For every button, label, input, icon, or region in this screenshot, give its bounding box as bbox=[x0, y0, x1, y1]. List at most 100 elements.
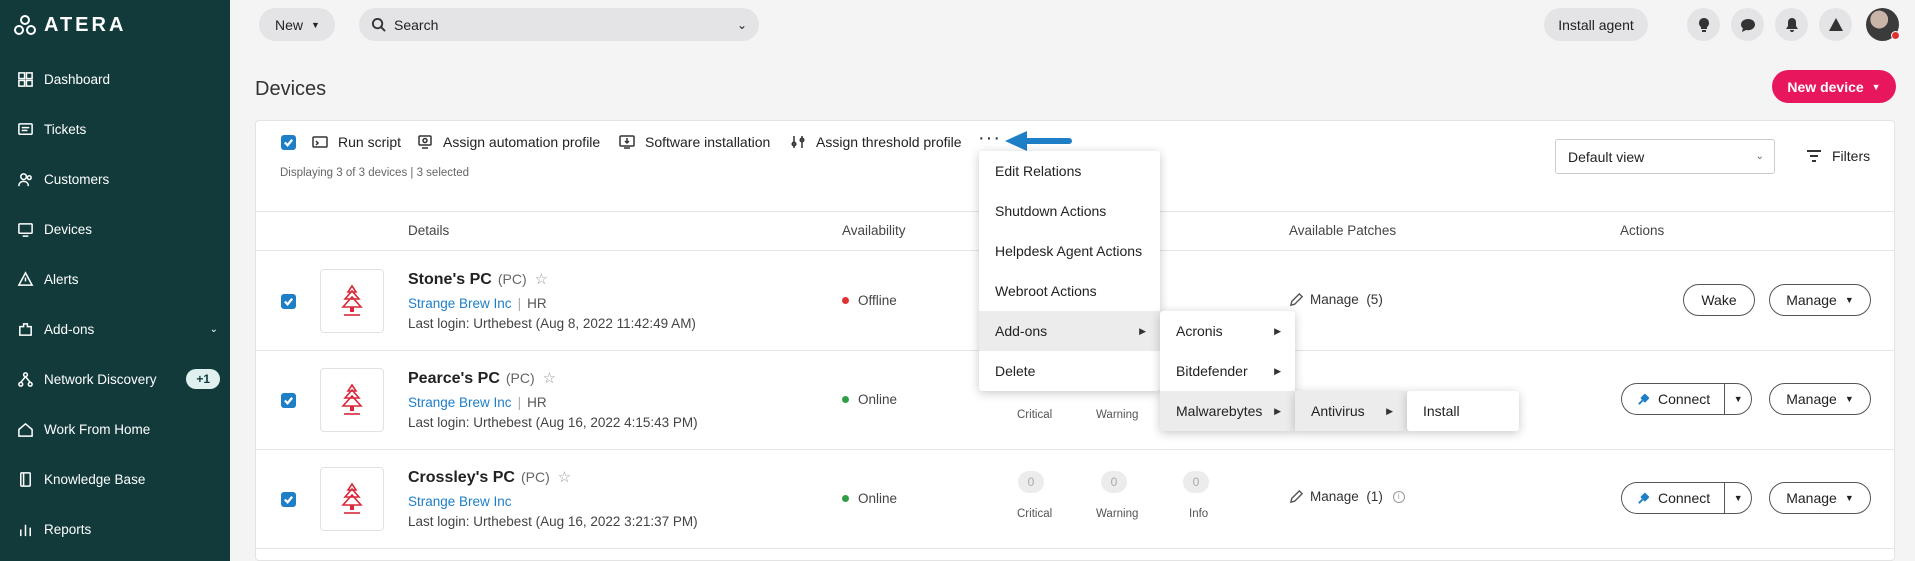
header-details[interactable]: Details bbox=[408, 223, 449, 238]
more-actions-button[interactable]: ··· bbox=[978, 127, 1001, 150]
critical-count: 0 bbox=[1018, 471, 1044, 493]
run-script-button[interactable]: Run script bbox=[312, 131, 401, 153]
network-discovery-badge: +1 bbox=[186, 369, 220, 389]
row-checkbox[interactable] bbox=[281, 393, 296, 408]
menu-item-acronis[interactable]: Acronis ▶ bbox=[1160, 311, 1295, 351]
device-customer[interactable]: Strange Brew Inc | HR bbox=[408, 296, 547, 311]
device-name[interactable]: Crossley's PC (PC) ☆ bbox=[408, 468, 571, 487]
search-icon bbox=[371, 17, 386, 32]
tree-logo-icon bbox=[341, 284, 363, 316]
manage-button[interactable]: Manage ▼ bbox=[1769, 284, 1871, 316]
connect-button[interactable]: Connect bbox=[1621, 383, 1725, 415]
menu-item-malwarebytes[interactable]: Malwarebytes ▶ bbox=[1160, 391, 1295, 431]
plug-icon bbox=[1638, 393, 1650, 405]
manage-patches-link[interactable]: Manage (1) i bbox=[1289, 489, 1405, 504]
device-logo bbox=[320, 467, 384, 531]
device-name[interactable]: Pearce's PC (PC) ☆ bbox=[408, 369, 556, 388]
warning-icon[interactable] bbox=[1819, 8, 1852, 41]
connect-dropdown-button[interactable]: ▼ bbox=[1724, 383, 1753, 415]
device-customer[interactable]: Strange Brew Inc bbox=[408, 494, 512, 509]
info-label: Info bbox=[1189, 508, 1209, 520]
sidebar-item-network-discovery[interactable]: Network Discovery +1 bbox=[0, 354, 230, 404]
menu-item-helpdesk-agent-actions[interactable]: Helpdesk Agent Actions bbox=[979, 231, 1160, 271]
manage-button[interactable]: Manage ▼ bbox=[1769, 383, 1871, 415]
search-input[interactable]: Search ⌄ bbox=[359, 8, 759, 41]
filters-button[interactable]: Filters bbox=[1806, 148, 1870, 164]
software-installation-label: Software installation bbox=[645, 134, 771, 150]
availability-status: Offline bbox=[842, 293, 897, 308]
menu-item-addons[interactable]: Add-ons ▶ bbox=[979, 311, 1160, 351]
menu-item-edit-relations[interactable]: Edit Relations bbox=[979, 151, 1160, 191]
connect-label: Connect bbox=[1658, 391, 1711, 407]
online-dot-icon bbox=[842, 396, 849, 403]
sidebar-item-knowledge-base[interactable]: Knowledge Base bbox=[0, 454, 230, 504]
separator: | bbox=[517, 395, 522, 410]
tree-logo-icon bbox=[341, 482, 363, 514]
availability-status: Online bbox=[842, 392, 897, 407]
row-checkbox[interactable] bbox=[281, 492, 296, 507]
bell-icon[interactable] bbox=[1775, 8, 1808, 41]
sidebar-item-reports[interactable]: Reports bbox=[0, 504, 230, 554]
star-icon[interactable]: ☆ bbox=[558, 469, 571, 486]
network-icon bbox=[16, 370, 34, 388]
chevron-down-icon[interactable]: ⌄ bbox=[737, 18, 747, 32]
logo[interactable]: ATERA bbox=[14, 12, 126, 38]
connect-label: Connect bbox=[1658, 490, 1711, 506]
menu-item-delete[interactable]: Delete bbox=[979, 351, 1160, 391]
lightbulb-icon[interactable] bbox=[1687, 8, 1720, 41]
menu-item-webroot-actions[interactable]: Webroot Actions bbox=[979, 271, 1160, 311]
sidebar-item-alerts[interactable]: Alerts bbox=[0, 254, 230, 304]
assign-threshold-profile-button[interactable]: Assign threshold profile bbox=[790, 131, 962, 153]
header-availability[interactable]: Availability bbox=[842, 223, 906, 238]
assign-automation-profile-button[interactable]: Assign automation profile bbox=[417, 131, 600, 153]
header-available-patches[interactable]: Available Patches bbox=[1289, 223, 1396, 238]
avatar[interactable] bbox=[1866, 8, 1900, 41]
filters-label: Filters bbox=[1832, 148, 1871, 164]
tree-logo-icon bbox=[341, 383, 363, 415]
menu-item-shutdown-actions[interactable]: Shutdown Actions bbox=[979, 191, 1160, 231]
menu-item-install[interactable]: Install bbox=[1407, 391, 1519, 431]
install-agent-button[interactable]: Install agent bbox=[1544, 8, 1648, 41]
last-login: Last login: Urthebest (Aug 16, 2022 3:21… bbox=[408, 514, 698, 529]
connect-button[interactable]: Connect bbox=[1621, 482, 1725, 514]
customer-link[interactable]: Strange Brew Inc bbox=[408, 296, 512, 311]
menu-item-label: Acronis bbox=[1176, 323, 1223, 339]
view-select[interactable]: Default view ⌄ bbox=[1555, 139, 1775, 174]
device-customer[interactable]: Strange Brew Inc | HR bbox=[408, 395, 547, 410]
star-icon[interactable]: ☆ bbox=[535, 271, 548, 288]
chevron-down-icon: ▼ bbox=[1844, 394, 1854, 404]
connect-dropdown-button[interactable]: ▼ bbox=[1724, 482, 1753, 514]
select-all-checkbox[interactable] bbox=[281, 135, 296, 150]
sidebar-item-label: Add-ons bbox=[44, 321, 95, 337]
threshold-icon bbox=[791, 136, 805, 148]
manage-patches-link[interactable]: Manage (5) bbox=[1289, 292, 1383, 307]
sidebar-item-devices[interactable]: Devices bbox=[0, 204, 230, 254]
new-device-button[interactable]: New device ▼ bbox=[1772, 70, 1896, 103]
table-row[interactable]: Crossley's PC (PC) ☆ Strange Brew Inc Last… bbox=[256, 450, 1894, 549]
device-name[interactable]: Stone's PC (PC) ☆ bbox=[408, 270, 548, 289]
chat-icon[interactable] bbox=[1731, 8, 1764, 41]
customer-link[interactable]: Strange Brew Inc bbox=[408, 395, 512, 410]
sidebar-item-dashboard[interactable]: Dashboard bbox=[0, 54, 230, 104]
software-installation-button[interactable]: Software installation bbox=[619, 131, 770, 153]
sidebar-item-tickets[interactable]: Tickets bbox=[0, 104, 230, 154]
new-button[interactable]: New ▼ bbox=[259, 8, 335, 41]
logo-text: ATERA bbox=[44, 13, 127, 36]
connect-button-group: Connect ▼ bbox=[1621, 383, 1753, 415]
customer-link[interactable]: Strange Brew Inc bbox=[408, 494, 512, 509]
info-icon[interactable]: i bbox=[1392, 490, 1405, 503]
sidebar-item-label: Customers bbox=[44, 171, 110, 187]
offline-dot-icon bbox=[842, 297, 849, 304]
critical-label: Critical bbox=[1017, 409, 1053, 421]
chevron-down-icon: ▼ bbox=[1844, 295, 1854, 305]
sidebar-item-addons[interactable]: Add-ons ⌄ bbox=[0, 304, 230, 354]
sidebar-item-work-from-home[interactable]: Work From Home bbox=[0, 404, 230, 454]
wake-button[interactable]: Wake bbox=[1683, 284, 1755, 316]
sidebar-item-customers[interactable]: Customers bbox=[0, 154, 230, 204]
row-checkbox[interactable] bbox=[281, 294, 296, 309]
menu-item-bitdefender[interactable]: Bitdefender ▶ bbox=[1160, 351, 1295, 391]
device-type: (PC) bbox=[505, 370, 535, 386]
manage-button[interactable]: Manage ▼ bbox=[1769, 482, 1871, 514]
star-icon[interactable]: ☆ bbox=[543, 370, 556, 387]
menu-item-antivirus[interactable]: Antivirus ▶ bbox=[1295, 391, 1407, 431]
